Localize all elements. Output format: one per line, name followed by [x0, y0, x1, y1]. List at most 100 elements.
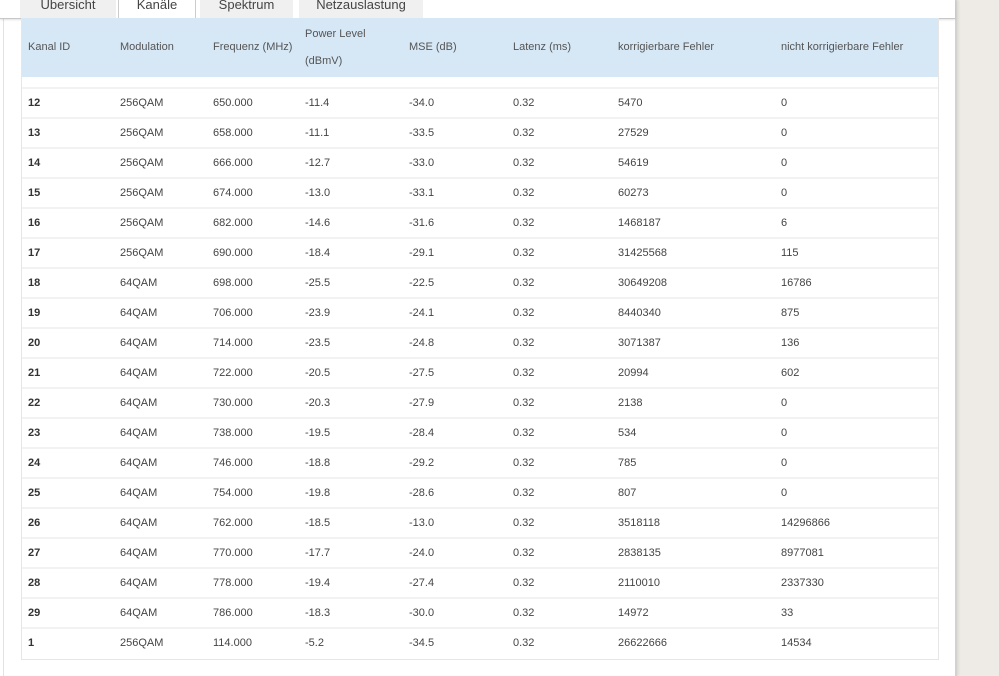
header-frequenz: Frequenz (MHz) [213, 41, 293, 53]
cell-korrigierbare-fehler: 20994 [618, 367, 649, 379]
cell-frequenz: 762.000 [213, 517, 253, 529]
cell-korrigierbare-fehler: 30649208 [618, 277, 667, 289]
header-nicht-korrigierbare-fehler: nicht korrigierbare Fehler [781, 41, 904, 53]
cell-power-level: -18.5 [305, 517, 331, 529]
cell-nicht-korrigierbare-fehler: 2337330 [781, 577, 824, 589]
cell-kanal-id: 25 [28, 487, 41, 499]
tab-uebersicht[interactable]: Übersicht [20, 0, 116, 18]
cell-korrigierbare-fehler: 60273 [618, 187, 649, 199]
cell-power-level: -5.2 [305, 637, 324, 649]
cell-kanal-id: 18 [28, 277, 41, 289]
cell-frequenz: 650.000 [213, 97, 253, 109]
tab-spektrum[interactable]: Spektrum [200, 0, 293, 18]
cell-frequenz: 754.000 [213, 487, 253, 499]
cell-nicht-korrigierbare-fehler: 0 [781, 457, 788, 469]
cell-power-level: -11.4 [305, 97, 330, 109]
cell-nicht-korrigierbare-fehler: 0 [781, 187, 788, 199]
table-row: 14 256QAM 666.000 -12.7 -33.0 0.32 54619 0 [22, 147, 938, 177]
cell-korrigierbare-fehler: 5470 [618, 97, 643, 109]
cell-latenz: 0.32 [513, 457, 535, 469]
cell-modulation: 256QAM [120, 247, 164, 259]
cell-mse: -27.4 [409, 577, 435, 589]
table-row: 1 256QAM 114.000 -5.2 -34.5 0.32 26622666 14534 [22, 627, 938, 657]
cell-korrigierbare-fehler: 31425568 [618, 247, 667, 259]
cell-kanal-id: 19 [28, 307, 41, 319]
cell-modulation: 64QAM [120, 307, 158, 319]
cell-latenz: 0.32 [513, 547, 535, 559]
cell-mse: -28.6 [409, 487, 435, 499]
cell-korrigierbare-fehler: 785 [618, 457, 637, 469]
cell-latenz: 0.32 [513, 577, 535, 589]
cell-nicht-korrigierbare-fehler: 33 [781, 607, 794, 619]
cell-kanal-id: 16 [28, 217, 41, 229]
cell-frequenz: 666.000 [213, 157, 253, 169]
cell-modulation: 256QAM [120, 187, 164, 199]
cell-korrigierbare-fehler: 2110010 [618, 577, 661, 589]
cell-modulation: 64QAM [120, 517, 158, 529]
cell-frequenz: 778.000 [213, 577, 253, 589]
cell-kanal-id: 24 [28, 457, 41, 469]
cell-mse: -24.0 [409, 547, 435, 559]
cell-mse: -13.0 [409, 517, 435, 529]
cell-latenz: 0.32 [513, 637, 535, 649]
cell-nicht-korrigierbare-fehler: 875 [781, 307, 800, 319]
cell-modulation: 256QAM [120, 217, 164, 229]
header-kanal-id: Kanal ID [28, 41, 71, 53]
header-modulation: Modulation [120, 41, 174, 53]
channel-table[interactable]: 12 256QAM 650.000 -11.4 -34.0 0.32 5470 0 13 256Q… [21, 18, 939, 660]
cell-korrigierbare-fehler: 27529 [618, 127, 649, 139]
cell-nicht-korrigierbare-fehler: 0 [781, 157, 788, 169]
cell-mse: -27.9 [409, 397, 435, 409]
cell-mse: -31.6 [409, 217, 435, 229]
table-row: 26 64QAM 762.000 -18.5 -13.0 0.32 3518118 14296… [22, 507, 938, 537]
table-row: 12 256QAM 650.000 -11.4 -34.0 0.32 5470 0 [22, 87, 938, 117]
cell-power-level: -19.4 [305, 577, 331, 589]
cell-kanal-id: 21 [28, 367, 41, 379]
cell-frequenz: 770.000 [213, 547, 253, 559]
cell-frequenz: 786.000 [213, 607, 253, 619]
cell-nicht-korrigierbare-fehler: 14534 [781, 637, 812, 649]
cell-latenz: 0.32 [513, 607, 535, 619]
cell-nicht-korrigierbare-fehler: 136 [781, 337, 800, 349]
table-row: 27 64QAM 770.000 -17.7 -24.0 0.32 2838135 89770… [22, 537, 938, 567]
tab-kanaele[interactable]: Kanäle [118, 0, 196, 19]
cell-latenz: 0.32 [513, 127, 535, 139]
table-row: 28 64QAM 778.000 -19.4 -27.4 0.32 2110010 23373… [22, 567, 938, 597]
cell-nicht-korrigierbare-fehler: 115 [781, 247, 799, 259]
panel-border [3, 18, 4, 676]
cell-modulation: 256QAM [120, 157, 164, 169]
cell-modulation: 64QAM [120, 277, 158, 289]
table-row: 23 64QAM 738.000 -19.5 -28.4 0.32 534 0 [22, 417, 938, 447]
table-row: 29 64QAM 786.000 -18.3 -30.0 0.32 14972 33 [22, 597, 938, 627]
header-power-level: Power Level [305, 28, 366, 40]
cell-nicht-korrigierbare-fehler: 0 [781, 97, 788, 109]
cell-mse: -33.0 [409, 157, 435, 169]
cell-modulation: 64QAM [120, 487, 158, 499]
cell-korrigierbare-fehler: 2838135 [618, 547, 661, 559]
cell-frequenz: 730.000 [213, 397, 253, 409]
cell-mse: -34.5 [409, 637, 435, 649]
cell-latenz: 0.32 [513, 157, 535, 169]
cell-latenz: 0.32 [513, 277, 535, 289]
cell-power-level: -18.3 [305, 607, 331, 619]
table-row: 16 256QAM 682.000 -14.6 -31.6 0.32 1468187 6 [22, 207, 938, 237]
cell-korrigierbare-fehler: 54619 [618, 157, 649, 169]
cell-kanal-id: 17 [28, 247, 41, 259]
cell-kanal-id: 22 [28, 397, 41, 409]
cell-frequenz: 722.000 [213, 367, 253, 379]
cell-latenz: 0.32 [513, 247, 535, 259]
cell-korrigierbare-fehler: 534 [618, 427, 637, 439]
cell-latenz: 0.32 [513, 487, 535, 499]
tab-netzauslastung[interactable]: Netzauslastung [299, 0, 423, 18]
table-row: 21 64QAM 722.000 -20.5 -27.5 0.32 20994 602 [22, 357, 938, 387]
cell-frequenz: 114.000 [213, 637, 252, 649]
cell-power-level: -18.4 [305, 247, 331, 259]
cell-modulation: 256QAM [120, 637, 164, 649]
cell-mse: -34.0 [409, 97, 435, 109]
table-row: 25 64QAM 754.000 -19.8 -28.6 0.32 807 0 [22, 477, 938, 507]
cell-nicht-korrigierbare-fehler: 0 [781, 397, 788, 409]
cell-modulation: 64QAM [120, 427, 158, 439]
cell-korrigierbare-fehler: 1468187 [618, 217, 661, 229]
cell-power-level: -14.6 [305, 217, 331, 229]
cell-latenz: 0.32 [513, 307, 535, 319]
